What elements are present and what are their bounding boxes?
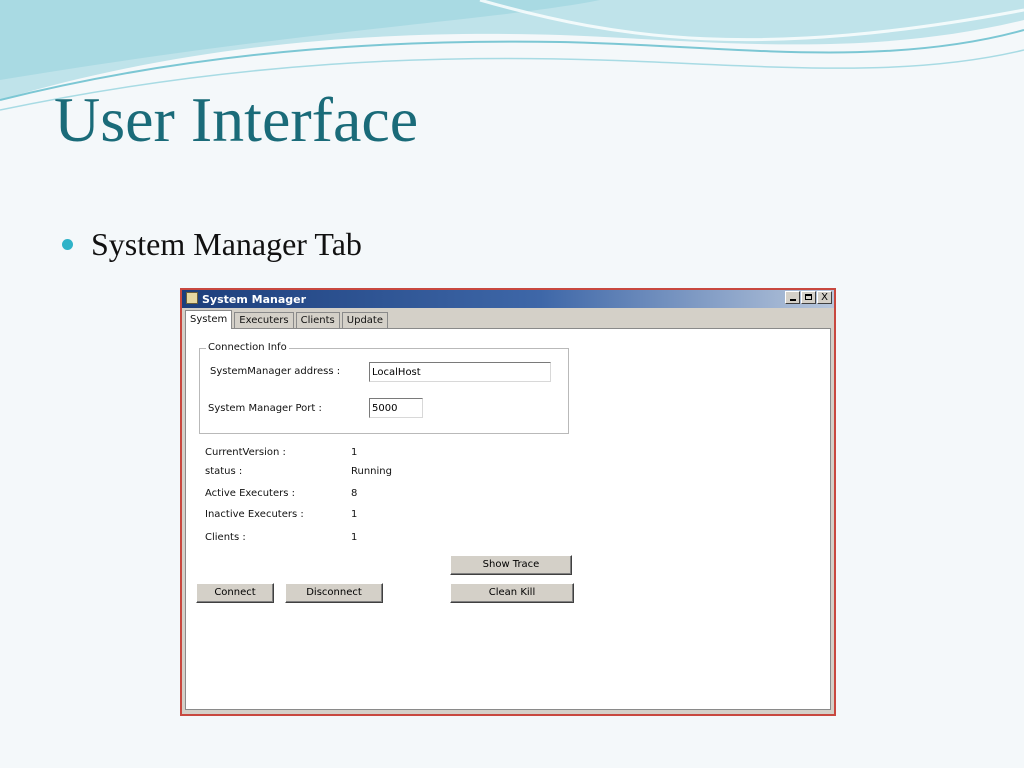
address-input[interactable]: [369, 362, 551, 382]
slide-title: User Interface: [54, 84, 419, 155]
tab-strip: System Executers Clients Update: [185, 310, 390, 329]
window-controls: X: [785, 291, 832, 304]
show-trace-button[interactable]: Show Trace: [450, 555, 572, 575]
close-button[interactable]: X: [817, 291, 832, 304]
bullet-item: System Manager Tab: [62, 226, 362, 263]
system-tab-panel: Connection Info SystemManager address : …: [185, 328, 831, 710]
close-icon: X: [821, 292, 828, 303]
current-version-value: 1: [351, 447, 358, 458]
maximize-button[interactable]: [801, 291, 816, 304]
window-titlebar[interactable]: System Manager X: [182, 290, 834, 308]
inactive-executers-value: 1: [351, 509, 358, 520]
maximize-icon: [805, 294, 812, 300]
status-label: status :: [205, 466, 243, 477]
tab-system[interactable]: System: [185, 310, 233, 329]
system-manager-window: System Manager X System Executers Client…: [180, 288, 836, 716]
tab-clients[interactable]: Clients: [295, 312, 340, 329]
tab-update[interactable]: Update: [341, 312, 388, 329]
disconnect-button[interactable]: Disconnect: [285, 583, 383, 603]
connection-info-group: Connection Info SystemManager address : …: [199, 342, 569, 434]
port-label: System Manager Port :: [208, 403, 322, 414]
active-executers-label: Active Executers :: [205, 488, 295, 499]
window-title: System Manager: [202, 293, 307, 306]
connection-info-legend: Connection Info: [206, 342, 289, 353]
port-input[interactable]: [369, 398, 423, 418]
active-executers-value: 8: [351, 488, 358, 499]
clients-label: Clients :: [205, 532, 246, 543]
address-label: SystemManager address :: [210, 366, 341, 377]
minimize-icon: [790, 299, 796, 301]
clean-kill-button[interactable]: Clean Kill: [450, 583, 574, 603]
inactive-executers-label: Inactive Executers :: [205, 509, 304, 520]
minimize-button[interactable]: [785, 291, 800, 304]
tab-executers[interactable]: Executers: [234, 312, 294, 329]
java-app-icon: [186, 292, 198, 304]
connect-button[interactable]: Connect: [196, 583, 274, 603]
bullet-text: System Manager Tab: [91, 226, 362, 262]
status-value: Running: [351, 466, 392, 477]
bullet-dot-icon: [62, 239, 73, 250]
current-version-label: CurrentVersion :: [205, 447, 286, 458]
clients-value: 1: [351, 532, 358, 543]
